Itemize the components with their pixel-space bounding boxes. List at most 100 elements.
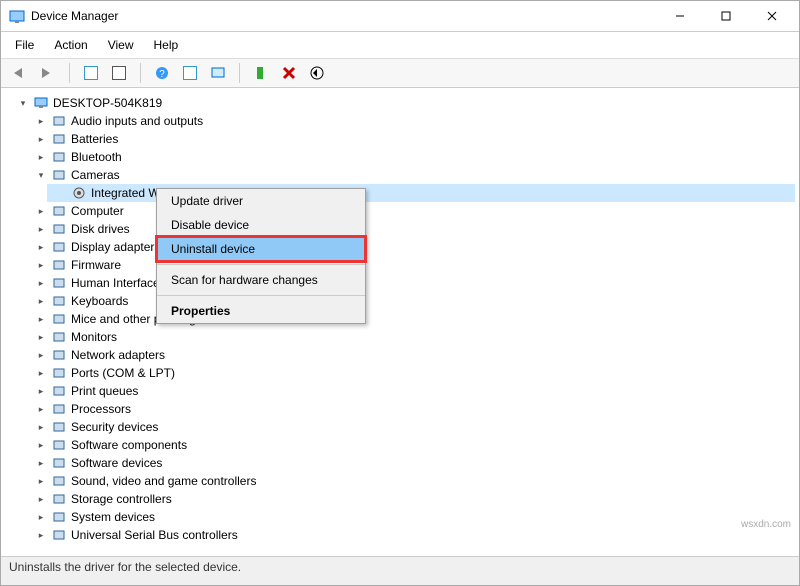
tree-category[interactable]: ▸ Batteries — [27, 130, 795, 148]
toolbar: ? — [1, 59, 799, 88]
minimize-button[interactable] — [657, 2, 703, 30]
tree-category[interactable]: ▸System devices — [27, 508, 795, 526]
device-icon — [51, 473, 67, 489]
svg-text:?: ? — [159, 69, 165, 80]
tree-category[interactable]: ▸Disk drives — [27, 220, 795, 238]
expand-arrow[interactable]: ▸ — [35, 508, 47, 526]
app-icon — [9, 8, 25, 24]
expand-arrow[interactable]: ▾ — [35, 166, 47, 184]
expand-arrow[interactable]: ▸ — [35, 220, 47, 238]
tree-category[interactable]: ▸ Software devices — [27, 454, 795, 472]
expand-arrow[interactable]: ▸ — [35, 256, 47, 274]
back-icon[interactable] — [9, 62, 31, 84]
expand-arrow[interactable]: ▸ — [35, 148, 47, 166]
expand-arrow[interactable]: ▸ — [35, 472, 47, 490]
tree-item-label: Storage controllers — [71, 490, 172, 508]
device-icon — [51, 203, 67, 219]
tree-category[interactable]: ▸Security devices — [27, 418, 795, 436]
action-icon[interactable] — [179, 62, 201, 84]
tree-category[interactable]: ▸Processors — [27, 400, 795, 418]
separator — [69, 63, 70, 83]
expand-arrow[interactable]: ▸ — [35, 310, 47, 328]
expand-arrow[interactable]: ▸ — [35, 490, 47, 508]
expand-arrow[interactable]: ▸ — [35, 238, 47, 256]
menu-file[interactable]: File — [11, 36, 38, 54]
menu-help[interactable]: Help — [150, 36, 183, 54]
close-button[interactable] — [749, 2, 795, 30]
tree-category[interactable]: ▸Bluetooth — [27, 148, 795, 166]
tree-item-label: Print queues — [71, 382, 138, 400]
device-icon — [51, 491, 67, 507]
tree-category[interactable]: ▾ Cameras — [27, 166, 795, 184]
tree-item-label: Ports (COM & LPT) — [71, 364, 175, 382]
update-icon[interactable] — [250, 62, 272, 84]
expand-arrow[interactable]: ▸ — [35, 202, 47, 220]
tree-item-label: Firmware — [71, 256, 121, 274]
tree-category[interactable]: ▸Mice and other pointing devices — [27, 310, 795, 328]
device-icon — [51, 293, 67, 309]
tree-category[interactable]: ▸ Software components — [27, 436, 795, 454]
tree-item-label: Display adapters — [71, 238, 160, 256]
device-icon — [51, 437, 67, 453]
device-icon — [51, 527, 67, 543]
tree-category[interactable]: ▸ Print queues — [27, 382, 795, 400]
expand-arrow[interactable]: ▸ — [35, 418, 47, 436]
expand-arrow[interactable]: ▸ — [35, 274, 47, 292]
ctx-uninstall-device[interactable]: Uninstall device — [157, 237, 365, 261]
menu-view[interactable]: View — [104, 36, 138, 54]
separator — [239, 63, 240, 83]
expand-arrow[interactable]: ▸ — [35, 364, 47, 382]
menu-action[interactable]: Action — [50, 36, 91, 54]
disable-icon[interactable] — [306, 62, 328, 84]
tree-category[interactable]: ▸Audio inputs and outputs — [27, 112, 795, 130]
ctx-separator — [157, 295, 365, 296]
tree-category[interactable]: ▸ Storage controllers — [27, 490, 795, 508]
device-icon — [51, 419, 67, 435]
uninstall-icon[interactable] — [278, 62, 300, 84]
tree-category[interactable]: ▸ Firmware — [27, 256, 795, 274]
expand-arrow[interactable]: ▸ — [35, 112, 47, 130]
maximize-button[interactable] — [703, 2, 749, 30]
tree-category[interactable]: ▸Sound, video and game controllers — [27, 472, 795, 490]
tree-item-label: Monitors — [71, 328, 117, 346]
tree-category[interactable]: ▸Network adapters — [27, 346, 795, 364]
device-icon — [71, 185, 87, 201]
expand-arrow[interactable]: ▸ — [35, 526, 47, 544]
menubar: File Action View Help — [1, 32, 799, 59]
forward-icon[interactable] — [37, 62, 59, 84]
expand-arrow[interactable]: ▸ — [35, 346, 47, 364]
tree-category[interactable]: ▸Computer — [27, 202, 795, 220]
ctx-scan-hardware[interactable]: Scan for hardware changes — [157, 268, 365, 292]
properties-icon[interactable] — [108, 62, 130, 84]
tree-category[interactable]: ▸Keyboards — [27, 292, 795, 310]
device-icon — [51, 383, 67, 399]
expand-arrow[interactable]: ▸ — [35, 400, 47, 418]
ctx-properties[interactable]: Properties — [157, 299, 365, 323]
tree-category[interactable]: ▸ Ports (COM & LPT) — [27, 364, 795, 382]
tree-item-label: Software devices — [71, 454, 162, 472]
expand-arrow[interactable]: ▸ — [35, 292, 47, 310]
device-icon — [51, 401, 67, 417]
expand-arrow[interactable]: ▸ — [35, 130, 47, 148]
tree-category[interactable]: ▸Universal Serial Bus controllers — [27, 526, 795, 544]
tree-item-label: Cameras — [71, 166, 120, 184]
device-tree[interactable]: ▾DESKTOP-504K819▸Audio inputs and output… — [1, 88, 799, 556]
scan-icon[interactable] — [207, 62, 229, 84]
tree-category[interactable]: ▸ Monitors — [27, 328, 795, 346]
ctx-disable-device[interactable]: Disable device — [157, 213, 365, 237]
expand-arrow[interactable]: ▸ — [35, 454, 47, 472]
ctx-update-driver[interactable]: Update driver — [157, 189, 365, 213]
tree-root[interactable]: ▾DESKTOP-504K819 — [9, 94, 795, 112]
device-icon — [33, 95, 49, 111]
help-icon[interactable]: ? — [151, 62, 173, 84]
tree-item-label: Software components — [71, 436, 187, 454]
expand-arrow[interactable]: ▸ — [35, 382, 47, 400]
tree-category[interactable]: ▸ Display adapters — [27, 238, 795, 256]
expand-arrow[interactable]: ▾ — [17, 94, 29, 112]
tree-category[interactable]: ▸Human Interface Devices — [27, 274, 795, 292]
expand-arrow[interactable]: ▸ — [35, 436, 47, 454]
tree-item-label: Batteries — [71, 130, 118, 148]
expand-arrow[interactable]: ▸ — [35, 328, 47, 346]
show-hidden-icon[interactable] — [80, 62, 102, 84]
separator — [140, 63, 141, 83]
